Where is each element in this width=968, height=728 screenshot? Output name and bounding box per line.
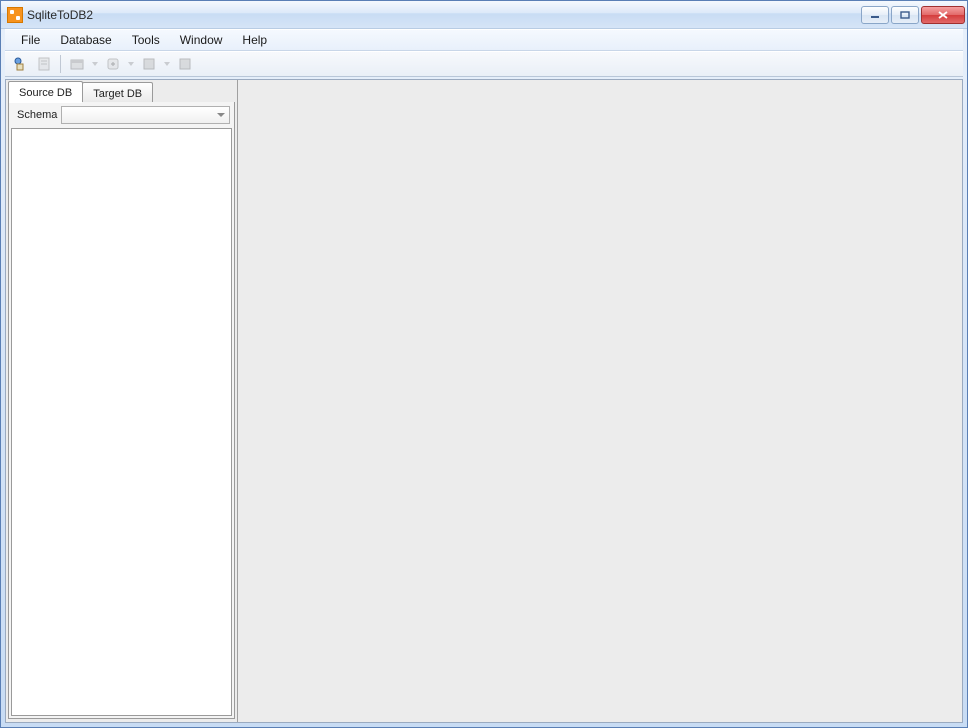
menu-file[interactable]: File [11, 31, 50, 49]
tab-source-db[interactable]: Source DB [8, 81, 83, 102]
app-icon [7, 7, 23, 23]
schema-tree[interactable] [11, 128, 232, 716]
schema-label: Schema [13, 109, 57, 121]
client-area: Source DB Target DB Schema [5, 79, 963, 723]
run-icon [141, 56, 157, 72]
export-icon [105, 56, 121, 72]
left-panel: Source DB Target DB Schema [6, 80, 238, 722]
wizard-icon [12, 56, 28, 72]
tab-target-db[interactable]: Target DB [82, 82, 153, 102]
window-title: SqliteToDB2 [27, 8, 861, 22]
close-button[interactable] [921, 6, 965, 24]
toolbar-settings-button[interactable] [33, 53, 55, 75]
toolbar-import-dropdown[interactable] [90, 53, 100, 75]
minimize-icon [870, 11, 880, 19]
toolbar-run-button[interactable] [138, 53, 160, 75]
chevron-down-icon [163, 60, 171, 68]
main-content-area [238, 80, 962, 722]
toolbar-wizard-button[interactable] [9, 53, 31, 75]
menu-window[interactable]: Window [170, 31, 233, 49]
toolbar-export-button[interactable] [102, 53, 124, 75]
toolbar-stop-button[interactable] [174, 53, 196, 75]
tab-body: Schema [8, 101, 235, 719]
menu-database[interactable]: Database [50, 31, 121, 49]
chevron-down-icon [127, 60, 135, 68]
menubar: File Database Tools Window Help [5, 29, 963, 51]
close-icon [937, 11, 949, 19]
maximize-button[interactable] [891, 6, 919, 24]
maximize-icon [900, 11, 910, 19]
toolbar [5, 51, 963, 77]
window-controls [861, 6, 965, 24]
schema-combobox[interactable] [61, 106, 230, 124]
menu-tools[interactable]: Tools [122, 31, 170, 49]
schema-row: Schema [9, 102, 234, 128]
menu-help[interactable]: Help [232, 31, 277, 49]
minimize-button[interactable] [861, 6, 889, 24]
import-icon [69, 56, 85, 72]
chevron-down-icon [91, 60, 99, 68]
titlebar: SqliteToDB2 [1, 1, 967, 29]
settings-icon [36, 56, 52, 72]
db-tabs: Source DB Target DB [6, 80, 237, 102]
toolbar-import-button[interactable] [66, 53, 88, 75]
toolbar-run-dropdown[interactable] [162, 53, 172, 75]
toolbar-separator [60, 55, 61, 73]
app-window: SqliteToDB2 File Database Tools Window H… [0, 0, 968, 728]
toolbar-export-dropdown[interactable] [126, 53, 136, 75]
stop-icon [177, 56, 193, 72]
